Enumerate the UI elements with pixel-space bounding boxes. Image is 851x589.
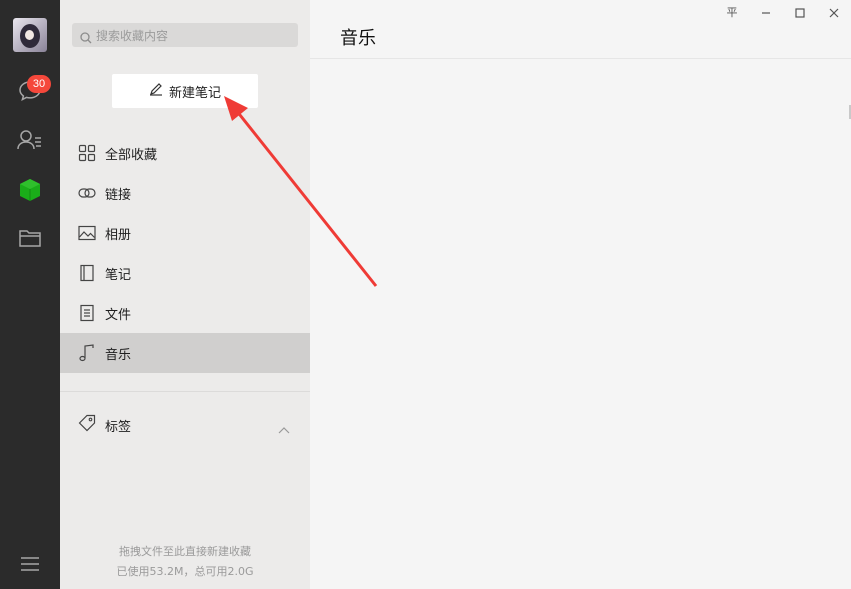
pin-icon: 平 bbox=[726, 6, 738, 19]
nav-label: 全部收藏 bbox=[105, 147, 158, 163]
music-icon bbox=[78, 344, 96, 362]
tags-section-toggle[interactable]: 标签 bbox=[60, 405, 310, 445]
left-sidebar: 30 bbox=[0, 0, 60, 589]
avatar[interactable] bbox=[13, 18, 47, 52]
nav-item-notes[interactable]: 笔记 bbox=[60, 253, 310, 293]
nav-label: 链接 bbox=[105, 187, 132, 203]
search-input[interactable]: 搜索收藏内容 bbox=[72, 23, 298, 47]
drop-hint: 拖拽文件至此直接新建收藏 bbox=[119, 545, 251, 558]
favorites-cube-icon[interactable] bbox=[17, 177, 43, 203]
page-title: 音乐 bbox=[340, 28, 376, 49]
window-controls: 平 bbox=[715, 0, 851, 26]
minimize-button[interactable] bbox=[749, 0, 783, 24]
maximize-button[interactable] bbox=[783, 0, 817, 24]
folder-icon[interactable] bbox=[17, 225, 43, 251]
link-icon bbox=[78, 184, 96, 202]
new-note-label: 新建笔记 bbox=[168, 85, 221, 101]
menu-icon[interactable] bbox=[17, 551, 43, 577]
contacts-icon[interactable] bbox=[17, 127, 43, 153]
nav-label: 文件 bbox=[105, 307, 132, 323]
divider bbox=[60, 391, 310, 392]
search-icon bbox=[80, 29, 92, 48]
tags-label: 标签 bbox=[105, 419, 132, 435]
search-placeholder: 搜索收藏内容 bbox=[96, 29, 169, 43]
notebook-icon bbox=[78, 264, 96, 282]
nav-item-all[interactable]: 全部收藏 bbox=[60, 133, 310, 173]
new-note-button[interactable]: 新建笔记 bbox=[112, 74, 258, 108]
storage-info: 拖拽文件至此直接新建收藏 已使用53.2M，总可用2.0G bbox=[60, 542, 310, 582]
file-icon bbox=[78, 304, 96, 322]
pencil-icon bbox=[149, 82, 163, 100]
nav-item-music[interactable]: 音乐 bbox=[60, 333, 310, 373]
wechat-favorites-window: 30 搜索收藏内容 新建笔记 全部收藏 链接 相册 笔记 文件 音乐 标签 拖拽… bbox=[0, 0, 851, 589]
unread-badge: 30 bbox=[27, 75, 51, 93]
nav-label: 笔记 bbox=[105, 267, 132, 283]
maximize-icon bbox=[795, 3, 805, 22]
nav-label: 音乐 bbox=[105, 347, 132, 363]
nav-label: 相册 bbox=[105, 227, 132, 243]
nav-item-links[interactable]: 链接 bbox=[60, 173, 310, 213]
main-content: 音乐 平 bbox=[310, 0, 851, 589]
close-icon bbox=[829, 3, 839, 22]
tag-icon bbox=[78, 414, 96, 436]
favorites-nav: 全部收藏 链接 相册 笔记 文件 音乐 bbox=[60, 133, 310, 373]
chevron-up-icon bbox=[278, 419, 290, 438]
close-button[interactable] bbox=[817, 0, 851, 24]
nav-item-album[interactable]: 相册 bbox=[60, 213, 310, 253]
storage-usage: 已使用53.2M，总可用2.0G bbox=[116, 565, 254, 578]
image-icon bbox=[78, 224, 96, 242]
grid-icon bbox=[78, 144, 96, 162]
favorites-panel: 搜索收藏内容 新建笔记 全部收藏 链接 相册 笔记 文件 音乐 标签 拖拽文件至… bbox=[60, 0, 310, 589]
minimize-icon bbox=[761, 3, 771, 22]
pin-button[interactable]: 平 bbox=[715, 0, 749, 24]
nav-item-files[interactable]: 文件 bbox=[60, 293, 310, 333]
